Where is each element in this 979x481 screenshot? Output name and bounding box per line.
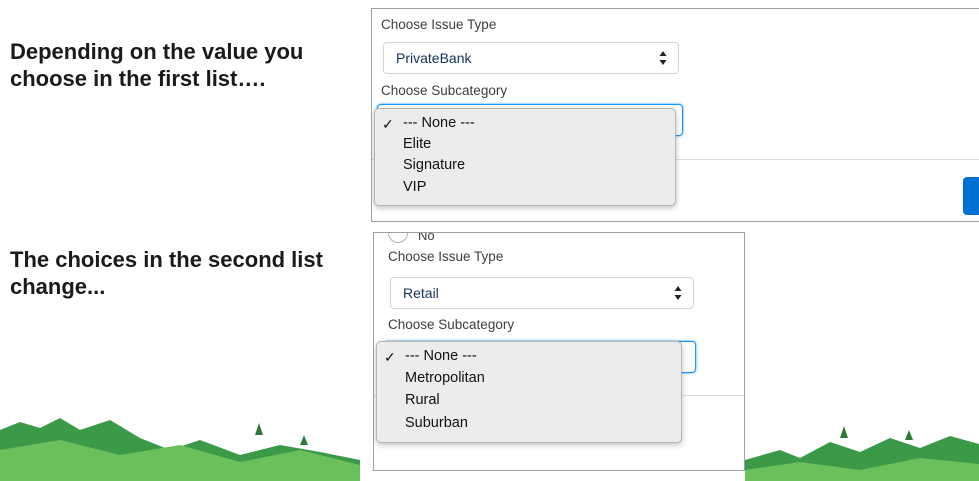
dropdown-option-signature[interactable]: Signature (403, 157, 465, 173)
action-button[interactable] (963, 177, 979, 215)
issue-type-select[interactable]: Retail (390, 277, 694, 309)
dropdown-option-metropolitan[interactable]: Metropolitan (405, 370, 485, 386)
subcategory-label: Choose Subcategory (381, 83, 508, 98)
dropdown-option-rural[interactable]: Rural (405, 392, 440, 408)
subcategory-dropdown-list: ✓ --- None --- Elite Signature VIP (374, 108, 676, 206)
caption-second-list: The choices in the second list change... (10, 247, 323, 299)
dropdown-option-none[interactable]: --- None --- (403, 115, 475, 131)
issue-type-value: PrivateBank (396, 50, 472, 66)
issue-type-select[interactable]: PrivateBank (383, 42, 679, 74)
issue-type-label: Choose Issue Type (381, 17, 497, 32)
form-panel-retail: No Choose Issue Type Retail Choose Subca… (373, 232, 745, 471)
checkmark-icon: ✓ (384, 349, 396, 365)
radio-no[interactable] (388, 233, 408, 243)
dropdown-option-vip[interactable]: VIP (403, 179, 426, 195)
dropdown-option-elite[interactable]: Elite (403, 136, 431, 152)
checkmark-icon: ✓ (382, 116, 394, 132)
subcategory-dropdown-list: ✓ --- None --- Metropolitan Rural Suburb… (376, 341, 682, 443)
dropdown-option-none[interactable]: --- None --- (405, 348, 477, 364)
dropdown-option-suburban[interactable]: Suburban (405, 415, 468, 431)
updown-arrows-icon (674, 286, 682, 300)
caption-first-list: Depending on the value you choose in the… (10, 39, 304, 91)
form-panel-private-bank: Choose Issue Type PrivateBank Choose Sub… (371, 8, 979, 222)
subcategory-label: Choose Subcategory (388, 317, 515, 332)
issue-type-label: Choose Issue Type (388, 249, 504, 264)
issue-type-value: Retail (403, 285, 439, 301)
updown-arrows-icon (659, 51, 667, 65)
radio-no-label: No (418, 232, 435, 243)
